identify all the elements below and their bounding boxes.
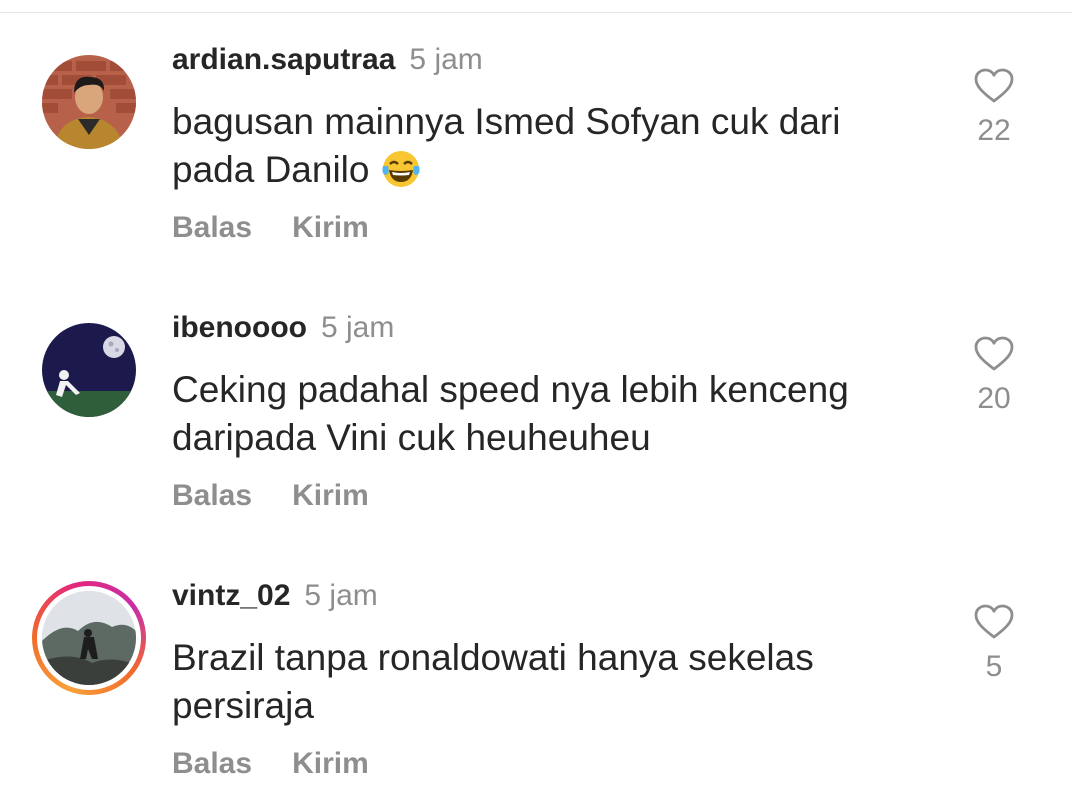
comment-body: bagusan mainnya Ismed Sofyan cuk dari pa…	[172, 101, 841, 190]
heart-outline-icon[interactable]	[974, 336, 1014, 372]
like-group: 5	[960, 604, 1028, 684]
reply-button[interactable]: Balas	[172, 747, 252, 780]
heart-outline-icon[interactable]	[974, 604, 1014, 640]
comment-item: vintz_02 5 jam Brazil tanpa ronaldowati h…	[0, 536, 1072, 796]
avatar[interactable]	[42, 55, 136, 149]
like-group: 20	[960, 336, 1028, 416]
comment-item: ibenoooo 5 jam Ceking padahal speed nya l…	[0, 268, 1072, 528]
username[interactable]: ibenoooo	[172, 311, 307, 344]
comment-header: ibenoooo 5 jam	[172, 310, 394, 346]
timestamp: 5 jam	[304, 579, 378, 612]
heart-outline-icon[interactable]	[974, 68, 1014, 104]
comment-actions: Balas Kirim	[172, 746, 369, 782]
username[interactable]: vintz_02	[172, 579, 290, 612]
reply-button[interactable]: Balas	[172, 479, 252, 512]
comment-text: bagusan mainnya Ismed Sofyan cuk dari pa…	[172, 98, 932, 194]
like-group: 22	[960, 68, 1028, 148]
reply-button[interactable]: Balas	[172, 211, 252, 244]
comment-item: ardian.saputraa 5 jam bagusan mainnya Ism…	[0, 0, 1072, 260]
like-count: 20	[977, 382, 1011, 415]
username[interactable]: ardian.saputraa	[172, 43, 395, 76]
comment-text: Brazil tanpa ronaldowati hanya sekelas p…	[172, 637, 814, 726]
comment-header: vintz_02 5 jam	[172, 578, 378, 614]
comment-actions: Balas Kirim	[172, 210, 369, 246]
send-button[interactable]: Kirim	[292, 479, 369, 512]
tears-of-joy-emoji	[380, 148, 422, 190]
comment-actions: Balas Kirim	[172, 478, 369, 514]
timestamp: 5 jam	[409, 43, 483, 76]
send-button[interactable]: Kirim	[292, 747, 369, 780]
avatar	[42, 591, 136, 685]
send-button[interactable]: Kirim	[292, 211, 369, 244]
comment-text: Ceking padahal speed nya lebih kenceng d…	[172, 369, 849, 458]
like-count: 5	[985, 650, 1003, 683]
like-count: 22	[977, 114, 1011, 147]
timestamp: 5 jam	[320, 311, 395, 344]
comment-header: ardian.saputraa 5 jam	[172, 42, 483, 78]
avatar[interactable]	[42, 323, 136, 417]
story-ring[interactable]	[32, 581, 146, 695]
